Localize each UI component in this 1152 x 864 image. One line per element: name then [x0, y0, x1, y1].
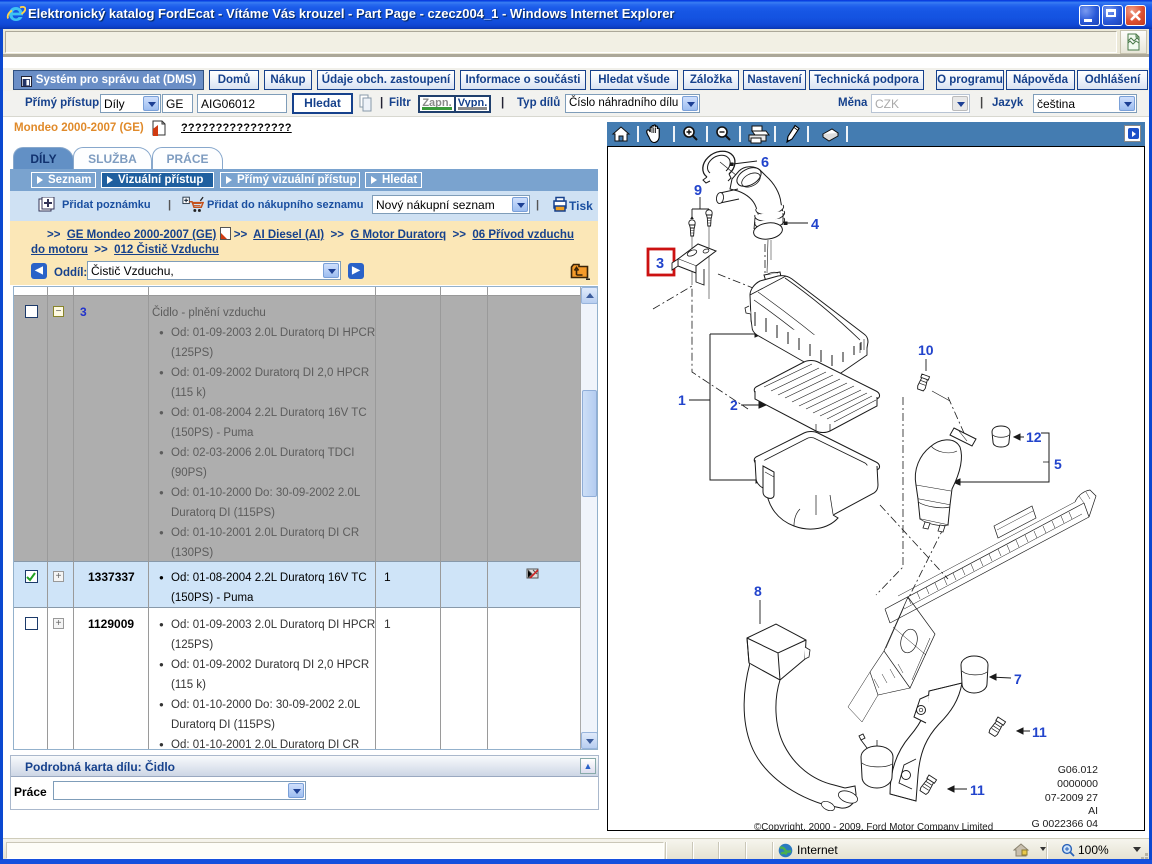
svg-text:3: 3 [656, 256, 664, 272]
svg-text:12: 12 [1026, 429, 1042, 445]
svg-text:2: 2 [730, 397, 738, 413]
svg-text:7: 7 [1014, 671, 1022, 687]
svg-text:11: 11 [970, 782, 985, 798]
svg-text:07-2009 27: 07-2009 27 [1045, 792, 1098, 804]
svg-text:5: 5 [1054, 456, 1062, 472]
svg-text:G06.012: G06.012 [1058, 764, 1098, 776]
svg-text:8: 8 [754, 583, 762, 599]
svg-text:4: 4 [811, 217, 819, 233]
svg-text:G 0022366 04: G 0022366 04 [1031, 818, 1098, 830]
svg-text:0000000: 0000000 [1057, 778, 1098, 790]
svg-text:10: 10 [918, 342, 934, 358]
svg-text:6: 6 [761, 155, 769, 171]
svg-text:©Copyright, 2000 - 2009, Ford: ©Copyright, 2000 - 2009, Ford Motor Comp… [754, 822, 993, 830]
svg-text:AI: AI [1088, 805, 1098, 817]
svg-text:1: 1 [678, 392, 686, 408]
svg-text:9: 9 [694, 183, 702, 199]
svg-text:11: 11 [1032, 724, 1047, 740]
